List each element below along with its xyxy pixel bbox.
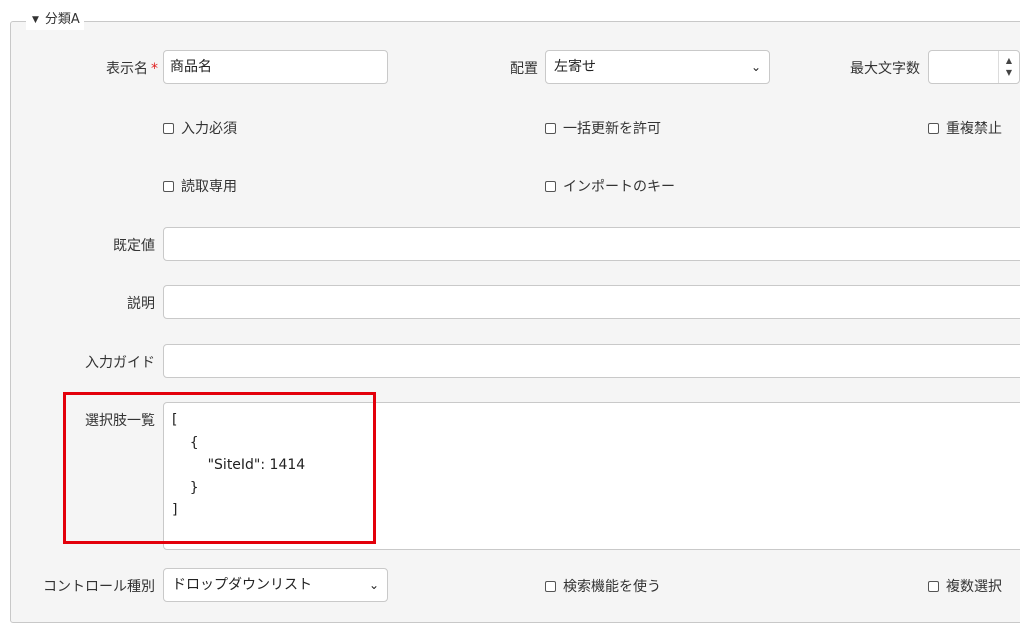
control-type-label: コントロール種別 xyxy=(43,579,155,595)
import-key-checkbox-label: インポートのキー xyxy=(563,179,675,195)
display-name-value: 商品名 xyxy=(170,59,212,75)
chevron-down-icon: ⌄ xyxy=(750,60,761,74)
display-name-input[interactable]: 商品名 xyxy=(163,50,388,84)
chevron-down-icon: ⌄ xyxy=(368,578,379,592)
multiple-select-checkbox-label: 複数選択 xyxy=(946,579,1002,595)
checkbox-box[interactable] xyxy=(545,122,556,134)
default-value-label: 既定値 xyxy=(113,238,155,254)
required-checkbox-label: 入力必須 xyxy=(181,121,237,137)
checkbox-box[interactable] xyxy=(163,122,174,134)
default-value-input[interactable] xyxy=(163,227,1020,261)
required-checkbox[interactable]: 入力必須 xyxy=(163,118,237,138)
section-title: 分類A xyxy=(44,12,80,27)
checkbox-box[interactable] xyxy=(545,580,556,592)
max-length-label: 最大文字数 xyxy=(850,61,920,77)
spinner-arrows-icon[interactable]: ▲ ▼ xyxy=(998,51,1019,83)
bulk-update-checkbox[interactable]: 一括更新を許可 xyxy=(545,118,661,138)
display-name-label: 表示名 * xyxy=(106,61,158,77)
checkbox-box[interactable] xyxy=(163,180,174,192)
no-duplicates-checkbox[interactable]: 重複禁止 xyxy=(928,118,1002,138)
alignment-select[interactable]: 左寄せ ⌄ xyxy=(545,50,770,84)
max-length-input[interactable]: ▲ ▼ xyxy=(928,50,1020,84)
description-input[interactable] xyxy=(163,285,1020,319)
bulk-update-checkbox-label: 一括更新を許可 xyxy=(563,121,661,137)
alignment-label: 配置 xyxy=(510,61,538,77)
alignment-value: 左寄せ xyxy=(554,59,596,75)
input-guide-label: 入力ガイド xyxy=(85,355,155,371)
use-search-checkbox[interactable]: 検索機能を使う xyxy=(545,576,661,596)
highlight-box xyxy=(63,392,376,544)
use-search-checkbox-label: 検索機能を使う xyxy=(563,579,661,595)
control-type-value: ドロップダウンリスト xyxy=(172,577,312,593)
checkbox-box[interactable] xyxy=(545,180,556,192)
no-duplicates-checkbox-label: 重複禁止 xyxy=(946,121,1002,137)
checkbox-box[interactable] xyxy=(928,580,939,592)
read-only-checkbox[interactable]: 読取専用 xyxy=(163,176,237,196)
import-key-checkbox[interactable]: インポートのキー xyxy=(545,176,675,196)
checkbox-box[interactable] xyxy=(928,122,939,134)
read-only-checkbox-label: 読取専用 xyxy=(181,179,237,195)
input-guide-input[interactable] xyxy=(163,344,1020,378)
multiple-select-checkbox[interactable]: 複数選択 xyxy=(928,576,1002,596)
required-mark: * xyxy=(151,61,158,77)
section-header[interactable]: ▼ 分類A xyxy=(26,10,84,30)
control-type-select[interactable]: ドロップダウンリスト ⌄ xyxy=(163,568,388,602)
description-label: 説明 xyxy=(127,296,155,312)
caret-down-icon[interactable]: ▼ xyxy=(32,10,39,30)
